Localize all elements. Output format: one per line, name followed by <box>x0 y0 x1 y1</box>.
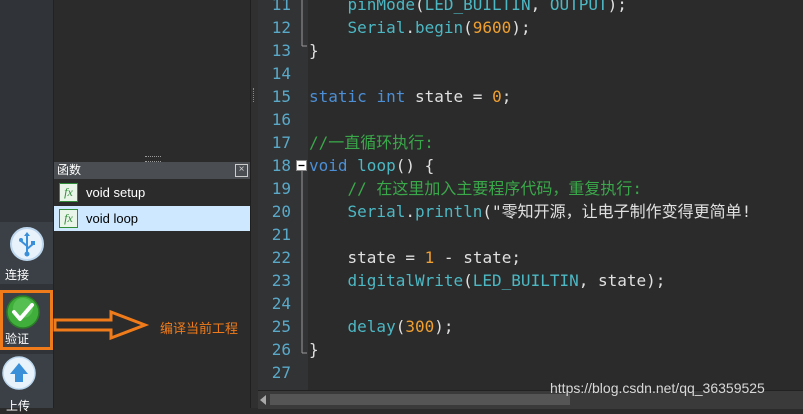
line-number: 12 <box>271 18 291 37</box>
code-line: static int state = 0; <box>309 87 512 106</box>
function-icon: fx <box>59 183 78 202</box>
code-line: // 在这里加入主要程序代码，重复执行: <box>347 179 643 198</box>
code-line: digitalWrite(LED_BUILTIN, state); <box>347 271 666 290</box>
line-number: 21 <box>271 225 291 244</box>
scroll-left-arrow-icon[interactable] <box>260 395 266 405</box>
code-line: pinMode(LED_BUILTIN, OUTPUT); <box>347 0 627 14</box>
fold-lines <box>301 0 307 354</box>
pane-splitter[interactable] <box>250 0 258 408</box>
function-panel-title: 函数 <box>57 163 82 177</box>
line-number: 15 <box>271 87 291 106</box>
line-number: 11 <box>271 0 291 14</box>
code-line: Serial.begin(9600); <box>347 18 531 37</box>
code-editor[interactable]: pinMode(LED_BUILTIN, OUTPUT); Serial.beg… <box>308 0 803 390</box>
close-icon[interactable]: × <box>235 164 248 177</box>
fold-collapse-icon[interactable] <box>296 160 307 171</box>
connect-label: 连接 <box>5 268 30 282</box>
upload-button[interactable]: 上传 <box>0 354 53 413</box>
code-line: state = 1 - state; <box>347 248 521 267</box>
code-line: Serial.println("零知开源，让电子制作变得更简单! <box>347 202 752 221</box>
line-number: 14 <box>271 64 291 83</box>
upload-label: 上传 <box>6 399 31 413</box>
function-panel-header: 函数 × <box>54 162 250 179</box>
checkmark-icon <box>6 295 40 329</box>
line-number: 27 <box>271 363 291 382</box>
scrollbar-thumb[interactable] <box>270 394 570 405</box>
line-number: 20 <box>271 202 291 221</box>
line-number: 22 <box>271 248 291 267</box>
function-item-loop[interactable]: fx void loop <box>54 206 250 231</box>
line-number-gutter: 11 12 13 14 15 16 17 18 19 20 21 22 23 2… <box>258 0 296 390</box>
line-number: 16 <box>271 110 291 129</box>
code-line: } <box>309 340 319 359</box>
upload-arrow-icon <box>2 356 36 390</box>
line-number: 17 <box>271 133 291 152</box>
annotation-text: 编译当前工程 <box>160 321 239 336</box>
function-item-setup[interactable]: fx void setup <box>54 180 250 205</box>
function-icon: fx <box>59 209 78 228</box>
fold-column <box>296 0 308 390</box>
function-item-label: void loop <box>86 211 139 226</box>
line-number: 19 <box>271 179 291 198</box>
line-number: 23 <box>271 271 291 290</box>
verify-button[interactable]: 验证 <box>0 290 53 350</box>
line-number: 13 <box>271 41 291 60</box>
code-line: //一直循环执行: <box>309 133 434 152</box>
code-line: delay(300); <box>347 317 454 336</box>
function-panel: 函数 × fx void setup fx void loop <box>54 162 250 408</box>
usb-icon <box>10 227 44 261</box>
side-panel-empty-area <box>54 0 250 156</box>
line-number: 26 <box>271 340 291 359</box>
left-toolbar: 连接 验证 上传 <box>0 0 54 413</box>
annotation-arrow <box>53 309 150 341</box>
code-line: void loop() { <box>309 156 435 175</box>
function-item-label: void setup <box>86 185 146 200</box>
watermark-text: https://blog.csdn.net/qq_36359525 <box>550 380 765 396</box>
line-number: 25 <box>271 317 291 336</box>
line-number: 24 <box>271 294 291 313</box>
code-line: } <box>309 41 319 60</box>
line-number: 18 <box>271 156 291 175</box>
verify-label: 验证 <box>5 332 30 346</box>
connect-button[interactable]: 连接 <box>0 222 53 284</box>
